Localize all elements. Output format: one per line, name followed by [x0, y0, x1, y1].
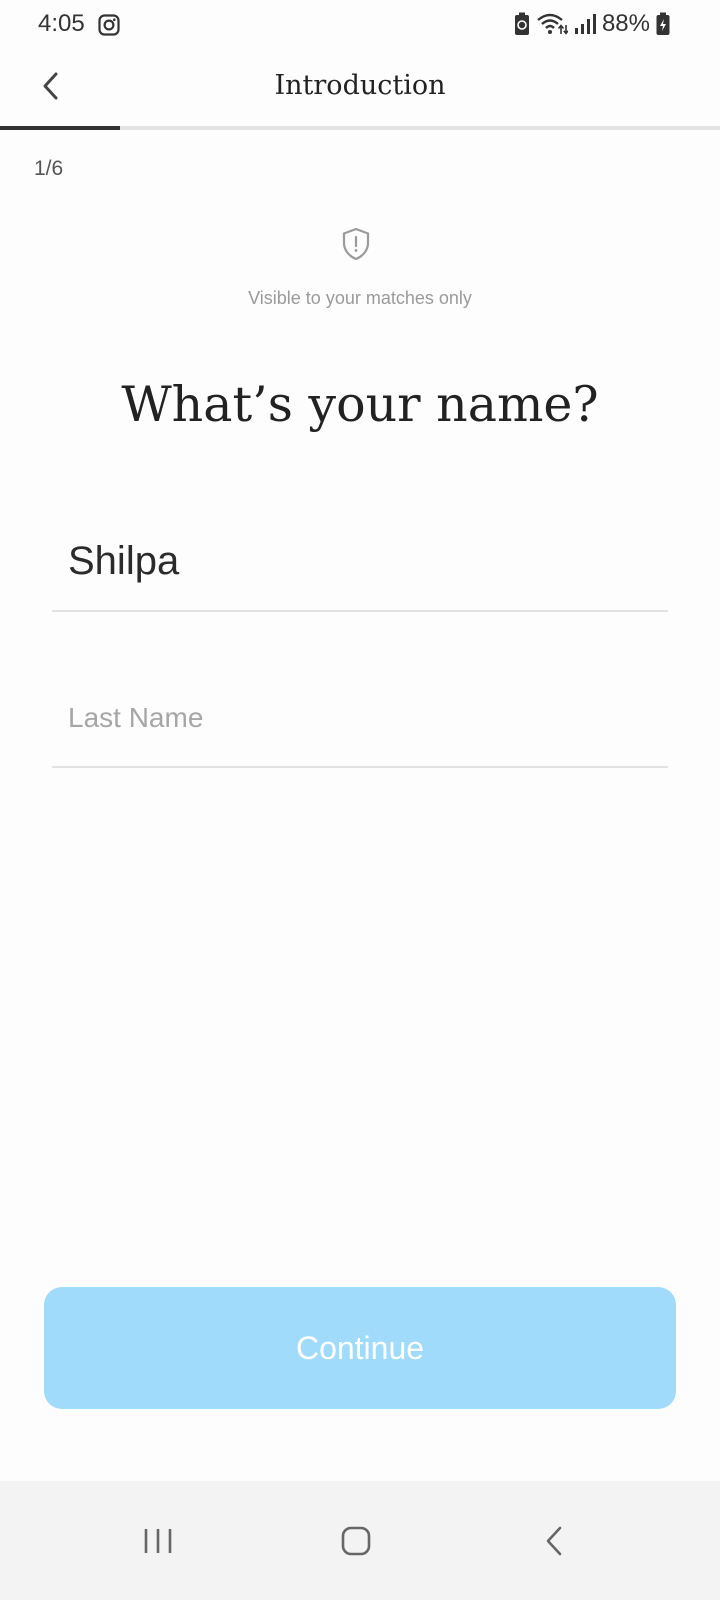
back-icon [546, 1526, 562, 1556]
home-button[interactable] [316, 1501, 396, 1581]
visibility-note: Visible to your matches only [248, 288, 472, 308]
signal-icon [574, 14, 596, 34]
question-heading: What’s your name? [121, 376, 599, 433]
step-counter: 1/6 [34, 157, 64, 180]
last-name-field[interactable] [52, 670, 668, 768]
wifi-icon [537, 13, 568, 35]
system-back-button[interactable] [514, 1501, 594, 1581]
battery-percent: 88% [601, 10, 650, 37]
first-name-field[interactable] [52, 512, 668, 612]
page-title: Introduction [274, 70, 446, 101]
instagram-icon [98, 14, 120, 36]
status-icons: 88% [514, 10, 670, 38]
status-time: 4:05 [38, 10, 85, 37]
system-nav-bar [0, 1481, 720, 1600]
progress-fill [0, 126, 121, 130]
top-bar: Introduction [0, 52, 720, 126]
home-icon [341, 1526, 371, 1556]
recents-icon [144, 1529, 172, 1553]
battery-icon [656, 12, 670, 35]
continue-button[interactable]: Continue [44, 1287, 676, 1409]
shield-alert-icon [342, 227, 370, 261]
battery-saver-icon [514, 12, 529, 35]
progress-bar [0, 126, 720, 130]
status-bar: 4:05 88% [0, 0, 720, 52]
recents-button[interactable] [118, 1501, 198, 1581]
